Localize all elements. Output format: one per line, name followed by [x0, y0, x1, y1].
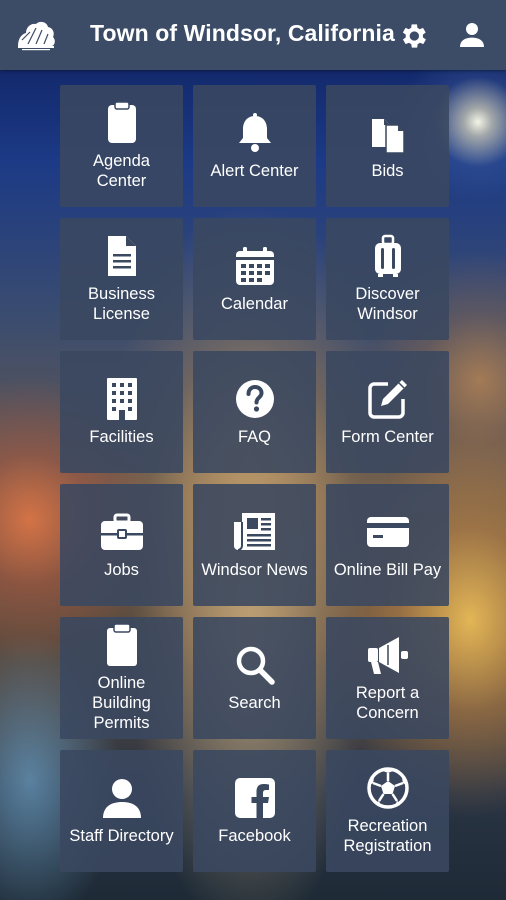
tile-facilities[interactable]: Facilities: [60, 351, 183, 473]
megaphone-icon: [367, 637, 408, 674]
app-screen: Town of Windsor, California Agenda Cente…: [0, 0, 506, 900]
tile-label: Agenda Center: [93, 152, 150, 190]
tile-windsor-news[interactable]: Windsor News: [193, 484, 316, 606]
tile-search[interactable]: Search: [193, 617, 316, 739]
tile-label: Recreation Registration: [343, 817, 432, 855]
briefcase-icon: [100, 513, 143, 550]
town-logo-icon[interactable]: [14, 16, 58, 52]
edit-icon: [367, 380, 407, 419]
question-icon: [235, 380, 274, 418]
credit-card-icon: [366, 517, 409, 547]
tile-business-license[interactable]: Business License: [60, 218, 183, 340]
page-title: Town of Windsor, California: [90, 20, 395, 46]
luggage-icon: [374, 234, 401, 277]
menu-grid: Agenda Center Alert Center Bids Business…: [60, 85, 449, 872]
gear-icon[interactable]: [397, 20, 429, 52]
person-icon: [102, 779, 141, 818]
tile-report-a-concern[interactable]: Report a Concern: [326, 617, 449, 739]
facebook-icon: [234, 778, 275, 818]
tile-label: Jobs: [104, 561, 139, 579]
bell-icon: [238, 113, 271, 152]
calendar-icon: [235, 247, 274, 285]
app-header: Town of Windsor, California: [0, 0, 506, 70]
clipboard-icon: [107, 101, 136, 143]
documents-icon: [371, 119, 405, 154]
document-icon: [107, 236, 136, 276]
building-icon: [106, 378, 137, 420]
clipboard-icon: [106, 623, 137, 666]
tile-label: Alert Center: [210, 162, 299, 180]
tile-label: Facebook: [218, 827, 291, 845]
tile-online-bill-pay[interactable]: Online Bill Pay: [326, 484, 449, 606]
tile-label: Online Bill Pay: [333, 561, 442, 579]
tile-bids[interactable]: Bids: [326, 85, 449, 207]
tile-label: Search: [228, 694, 281, 712]
tile-agenda-center[interactable]: Agenda Center: [60, 85, 183, 207]
tile-label: Calendar: [221, 295, 288, 313]
soccer-ball-icon: [366, 767, 409, 809]
tile-label: Facilities: [89, 428, 154, 446]
tile-facebook[interactable]: Facebook: [193, 750, 316, 872]
tile-label: Staff Directory: [69, 827, 174, 845]
tile-form-center[interactable]: Form Center: [326, 351, 449, 473]
tile-label: Online Building Permits: [92, 674, 151, 732]
tile-discover-windsor[interactable]: Discover Windsor: [326, 218, 449, 340]
tile-label: Discover Windsor: [355, 285, 420, 323]
tile-faq[interactable]: FAQ: [193, 351, 316, 473]
tile-label: Form Center: [341, 428, 434, 446]
tile-label: FAQ: [237, 428, 271, 446]
tile-label: Business License: [88, 285, 155, 323]
tile-online-building-permits[interactable]: Online Building Permits: [60, 617, 183, 739]
tile-recreation-registration[interactable]: Recreation Registration: [326, 750, 449, 872]
search-icon: [236, 646, 275, 685]
tile-calendar[interactable]: Calendar: [193, 218, 316, 340]
tile-label: Bids: [371, 162, 404, 180]
tile-jobs[interactable]: Jobs: [60, 484, 183, 606]
newspaper-icon: [233, 513, 275, 551]
tile-staff-directory[interactable]: Staff Directory: [60, 750, 183, 872]
tile-alert-center[interactable]: Alert Center: [193, 85, 316, 207]
tile-label: Windsor News: [201, 561, 308, 579]
user-icon[interactable]: [456, 19, 488, 51]
tile-label: Report a Concern: [355, 684, 420, 722]
